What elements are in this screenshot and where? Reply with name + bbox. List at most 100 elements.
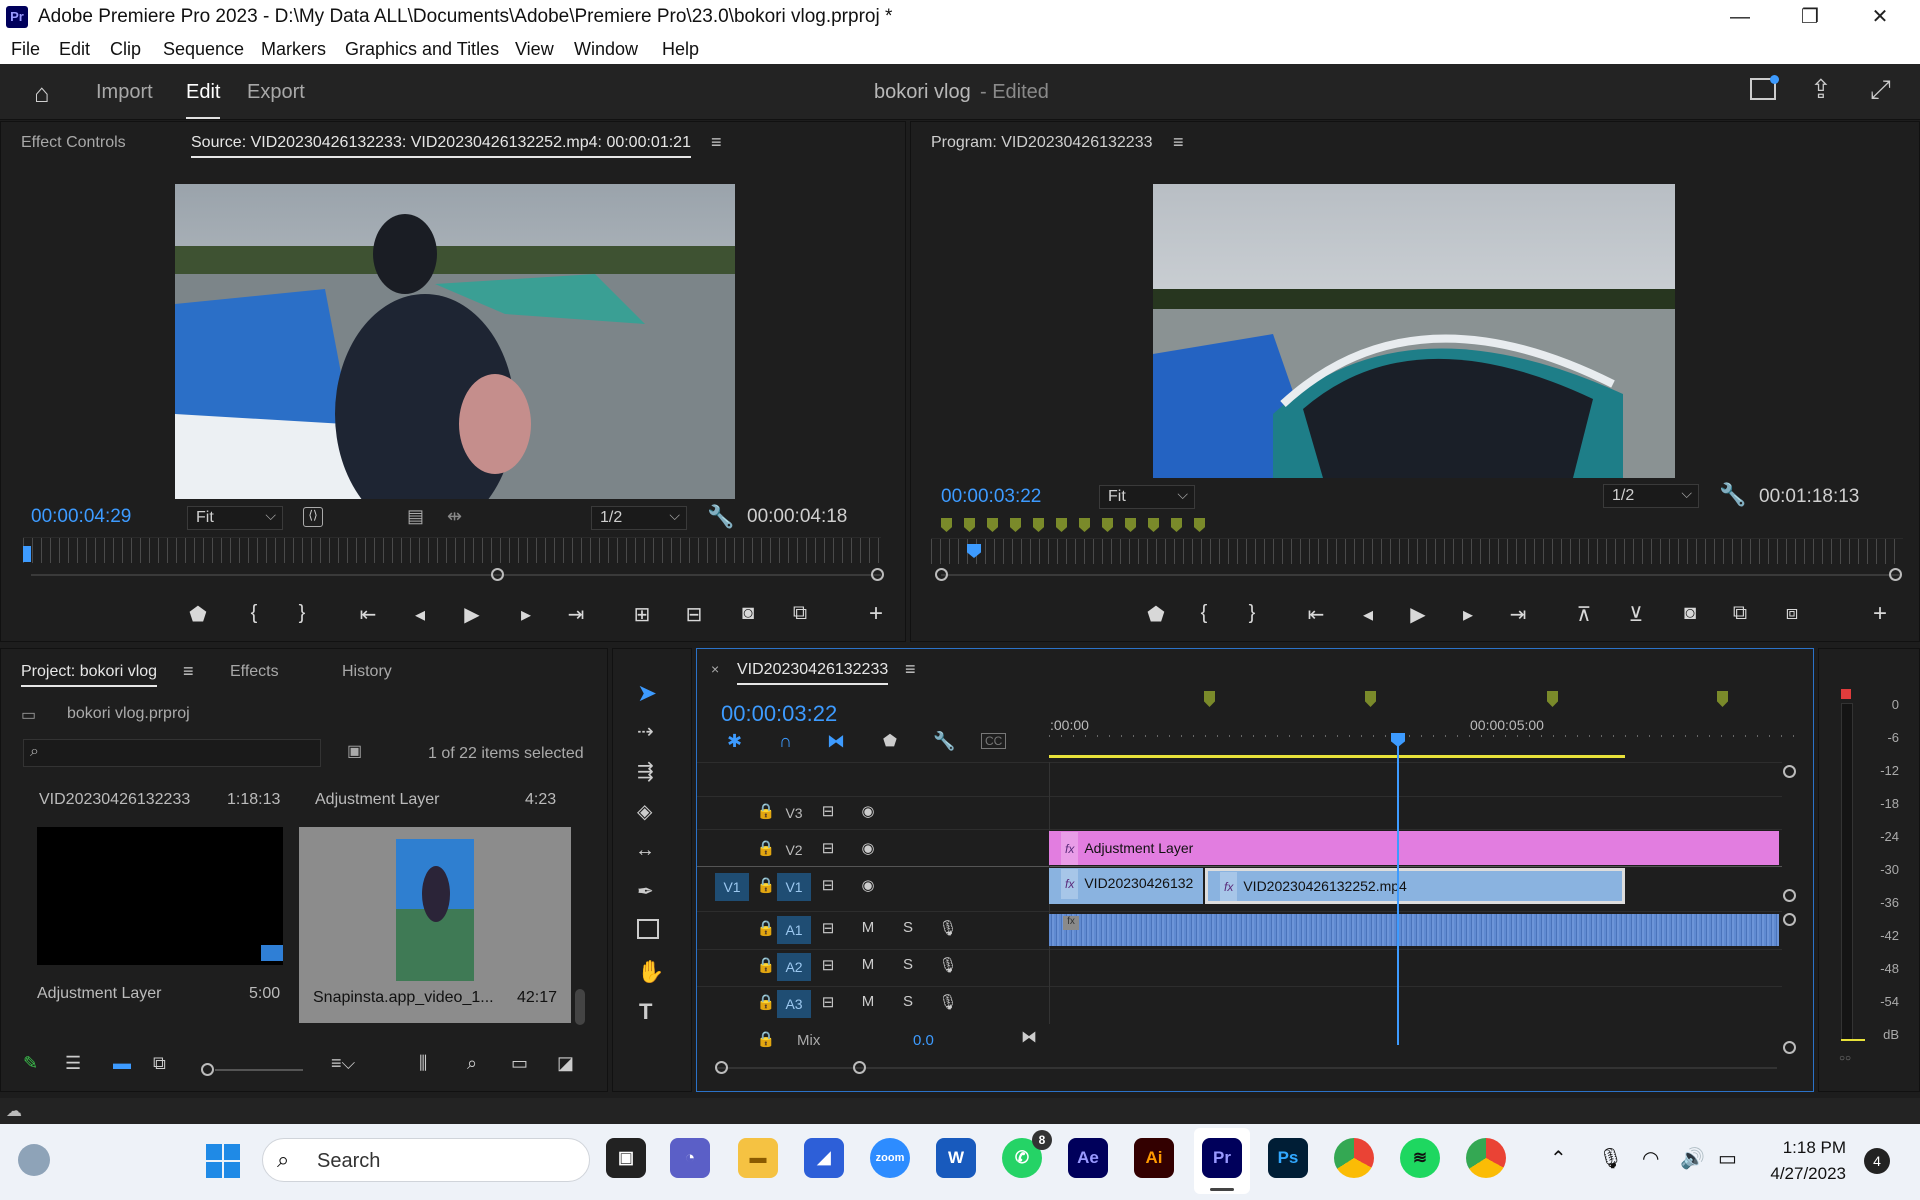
spotify-icon[interactable]: ≋: [1400, 1138, 1440, 1178]
chat-icon[interactable]: ◔: [670, 1138, 710, 1178]
vertical-zoom-handle[interactable]: [1783, 913, 1796, 926]
program-zoom-bar[interactable]: [941, 574, 1901, 576]
camera-icon[interactable]: ◙: [1675, 602, 1705, 625]
add-marker-icon[interactable]: ⬟: [183, 602, 213, 627]
solo-indicators[interactable]: ○○: [1839, 1053, 1851, 1064]
add-button-icon[interactable]: +: [861, 600, 891, 628]
insert-drag-icon[interactable]: ⇹: [447, 506, 462, 527]
program-marker[interactable]: [987, 518, 998, 532]
menu-markers[interactable]: Markers: [261, 39, 326, 60]
mix-value[interactable]: 0.0: [913, 1032, 934, 1049]
battery-icon[interactable]: ▭: [1718, 1146, 1737, 1171]
clock-time[interactable]: 1:18 PM: [1780, 1138, 1846, 1158]
fullscreen-icon[interactable]: ⤢: [1870, 74, 1891, 106]
quick-export-icon[interactable]: [1750, 75, 1779, 100]
track-v3[interactable]: V3: [777, 799, 811, 827]
word-icon[interactable]: W: [936, 1138, 976, 1178]
horizontal-scrollbar[interactable]: [717, 1067, 1777, 1069]
linked-selection-icon[interactable]: ⧓: [827, 731, 845, 752]
close-button[interactable]: ✕: [1850, 2, 1910, 32]
sort-icon[interactable]: ≡⌵: [331, 1053, 355, 1074]
mute-button[interactable]: M: [857, 956, 879, 973]
play-icon[interactable]: ▶: [1403, 602, 1433, 627]
compare-icon[interactable]: ⧉: [785, 602, 815, 625]
insert-icon[interactable]: ⊞: [627, 602, 657, 627]
new-item-icon[interactable]: ◪: [557, 1053, 574, 1074]
work-area-bar[interactable]: [1049, 755, 1625, 758]
pen-tool-icon[interactable]: ✒: [637, 879, 654, 904]
program-resolution-select[interactable]: 1/2: [1603, 484, 1699, 508]
taskbar-search-input[interactable]: ⌕ Search: [262, 1138, 590, 1182]
task-view-icon[interactable]: ▣: [606, 1138, 646, 1178]
program-marker[interactable]: [1102, 518, 1113, 532]
timeline-playhead-line[interactable]: [1397, 745, 1399, 1045]
notification-badge[interactable]: 4: [1864, 1148, 1890, 1174]
go-to-out-icon[interactable]: ⇥: [561, 602, 591, 627]
freeform-view-icon[interactable]: ⧉: [153, 1053, 166, 1074]
solo-button[interactable]: S: [897, 993, 919, 1010]
after-effects-icon[interactable]: Ae: [1068, 1138, 1108, 1178]
source-patch-v1[interactable]: V1: [715, 873, 749, 901]
sync-lock-icon[interactable]: ⊟: [817, 802, 839, 820]
timeline-marker[interactable]: [1204, 691, 1215, 707]
nest-icon[interactable]: ✱: [727, 731, 742, 752]
chrome-profile-icon[interactable]: [1466, 1138, 1506, 1178]
menu-file[interactable]: File: [11, 39, 40, 60]
program-marker[interactable]: [1125, 518, 1136, 532]
compare-icon[interactable]: ⧈: [1777, 602, 1807, 625]
panel-menu-icon[interactable]: ≡: [711, 132, 722, 153]
list-view-icon[interactable]: ☰: [65, 1053, 81, 1074]
close-icon[interactable]: ×: [711, 661, 719, 677]
camera-icon[interactable]: ◙: [733, 602, 763, 625]
sync-lock-icon[interactable]: ⊟: [817, 956, 839, 974]
project-item[interactable]: Adjustment Layer 4:23 Snapinsta.app_vide…: [299, 785, 571, 1023]
tab-project[interactable]: Project: bokori vlog: [21, 663, 158, 687]
share-icon[interactable]: ⇪: [1810, 74, 1832, 105]
type-tool-icon[interactable]: T: [639, 999, 652, 1025]
add-button-icon[interactable]: +: [1865, 600, 1895, 628]
program-marker[interactable]: [1148, 518, 1159, 532]
timeline-marker[interactable]: [1717, 691, 1728, 707]
new-bin-icon[interactable]: ▭: [511, 1053, 528, 1074]
adjustment-layer-clip[interactable]: fx Adjustment Layer: [1049, 831, 1779, 865]
add-marker-icon[interactable]: ⬟: [1141, 602, 1171, 627]
program-time-ruler[interactable]: [931, 538, 1903, 564]
program-marker[interactable]: [1010, 518, 1021, 532]
automate-icon[interactable]: ⫼: [419, 1053, 427, 1074]
panel-menu-icon[interactable]: ≡: [183, 661, 194, 682]
track-select-tool-icon[interactable]: ⇢: [637, 719, 654, 744]
chrome-icon[interactable]: [1334, 1138, 1374, 1178]
step-forward-icon[interactable]: ▸: [1453, 602, 1483, 627]
source-playhead[interactable]: [23, 546, 31, 562]
step-back-icon[interactable]: ◂: [405, 602, 435, 627]
new-bin-icon[interactable]: ▣: [347, 741, 362, 761]
menu-window[interactable]: Window: [574, 39, 638, 60]
source-resolution-select[interactable]: 1/2: [591, 506, 687, 530]
audio-clip[interactable]: fx: [1049, 914, 1779, 946]
menu-graphics[interactable]: Graphics and Titles: [345, 39, 499, 60]
mute-button[interactable]: M: [857, 919, 879, 936]
go-to-in-icon[interactable]: ⇤: [353, 602, 383, 627]
timeline-marker[interactable]: [1365, 691, 1376, 707]
zoom-handle-left[interactable]: [491, 568, 504, 581]
timeline-marker[interactable]: [1547, 691, 1558, 707]
selection-tool-icon[interactable]: ➤: [637, 679, 657, 708]
hand-tool-icon[interactable]: ✋: [637, 959, 664, 985]
program-marker[interactable]: [1033, 518, 1044, 532]
find-icon[interactable]: ⌕: [467, 1053, 477, 1074]
overwrite-icon[interactable]: ⊟: [679, 602, 709, 627]
mute-button[interactable]: M: [857, 993, 879, 1010]
zoom-handle-right[interactable]: [1889, 568, 1902, 581]
menu-sequence[interactable]: Sequence: [163, 39, 244, 60]
weather-icon[interactable]: [18, 1144, 50, 1176]
program-timecode[interactable]: 00:00:03:22: [941, 486, 1041, 508]
microphone-icon[interactable]: 🎙: [937, 919, 959, 937]
home-icon[interactable]: ⌂: [34, 78, 50, 109]
add-marker-icon[interactable]: ⬟: [883, 731, 897, 751]
program-marker[interactable]: [941, 518, 952, 532]
icon-view-icon[interactable]: ▬: [113, 1053, 131, 1074]
track-a2[interactable]: A2: [777, 953, 811, 981]
menu-help[interactable]: Help: [662, 39, 699, 60]
tab-effects[interactable]: Effects: [230, 663, 279, 681]
maximize-button[interactable]: ❐: [1780, 2, 1840, 32]
